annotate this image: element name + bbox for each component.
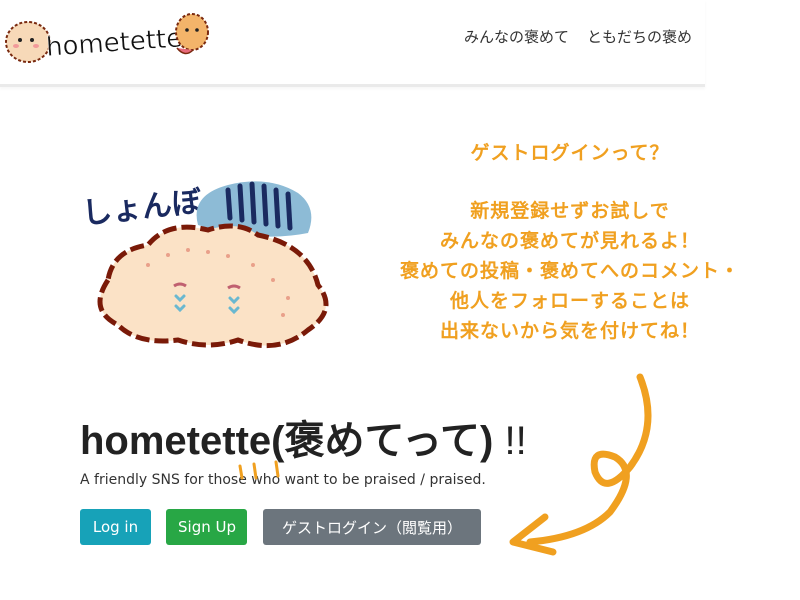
guest-login-note: ゲストログインって？ 新規登録せずお試しで みんなの褒めてが見れるよ！ 褒めての…: [360, 138, 780, 346]
nav-link-everyone[interactable]: みんなの褒めて: [464, 26, 569, 47]
page-title-suffix: !!: [493, 419, 527, 463]
guest-note-question: ゲストログインって？: [470, 142, 670, 164]
guest-note-line: 出来ないから気を付けてね！: [439, 320, 700, 342]
page-title: hometette(褒めてって) !!: [80, 408, 527, 466]
navbar: hometette! みんなの褒めて ともだちの褒め: [0, 0, 705, 87]
nav-link-friends[interactable]: ともだちの褒め: [587, 26, 692, 47]
guest-note-line: みんなの褒めてが見れるよ！: [439, 230, 700, 252]
login-button[interactable]: Log in: [80, 509, 151, 545]
logo-hedgehog-left-icon: [5, 21, 51, 63]
tick-marks-icon: [238, 460, 280, 480]
guest-note-line: 新規登録せずお試しで: [470, 200, 670, 222]
guest-note-line: 褒めての投稿・褒めてへのコメント・: [399, 260, 740, 282]
squiggle-arrow-icon: [509, 373, 652, 556]
logo[interactable]: hometette!: [2, 4, 212, 80]
nav-links: みんなの褒めて ともだちの褒め: [464, 26, 692, 47]
logo-wordmark: hometette!: [45, 23, 193, 63]
page-title-main: hometette(褒めてって): [80, 419, 494, 463]
guest-login-button[interactable]: ゲストログイン（閲覧用）: [263, 509, 481, 545]
signup-button[interactable]: Sign Up: [166, 509, 247, 545]
sad-hedgehog-illustration: しょんぼ…: [80, 181, 329, 349]
guest-note-line: 他人をフォローすることは: [449, 290, 690, 312]
